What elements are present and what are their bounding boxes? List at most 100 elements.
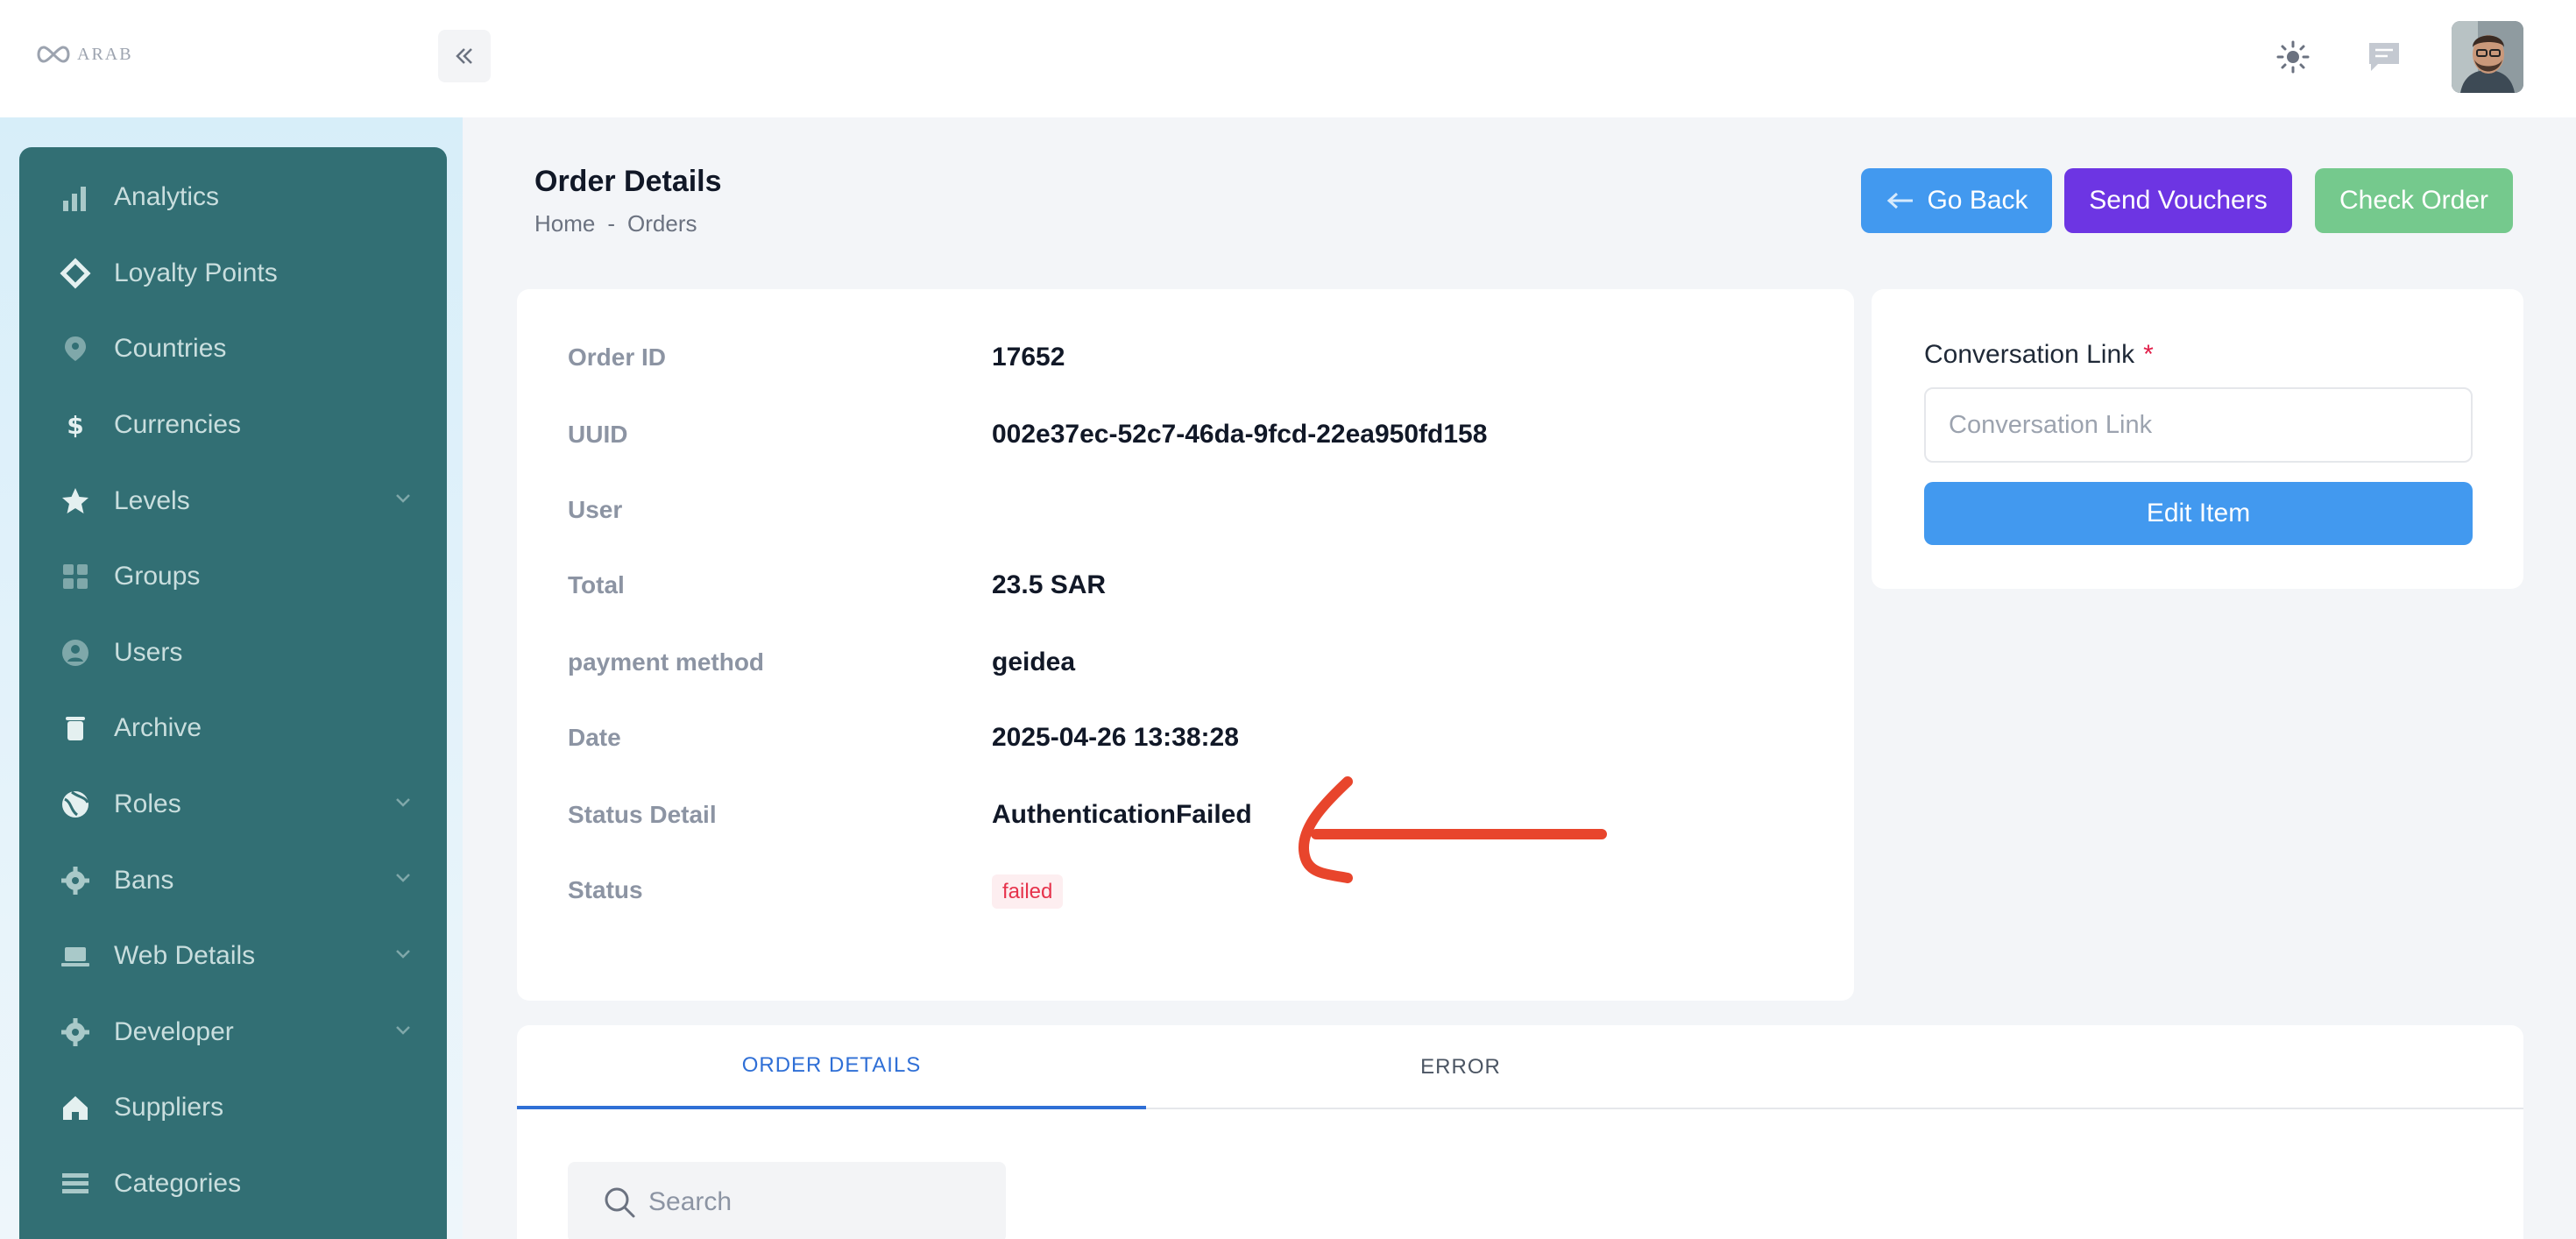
annotation-arrow-icon	[1299, 776, 1607, 883]
status-badge: failed	[992, 874, 1064, 909]
send-vouchers-label: Send Vouchers	[2089, 186, 2268, 215]
sidebar-item-label: Currencies	[114, 410, 242, 440]
detail-label: payment method	[568, 648, 765, 676]
user-icon	[58, 635, 93, 670]
double-chevron-left-icon	[456, 48, 472, 64]
detail-row-payment-method: payment method geidea	[568, 645, 1075, 680]
breadcrumb-separator: -	[607, 210, 616, 237]
order-tabs-card: ORDER DETAILS ERROR	[517, 1025, 2523, 1239]
list-icon	[58, 1166, 93, 1201]
messages-button[interactable]	[2362, 35, 2406, 79]
conversation-link-input[interactable]	[1924, 387, 2473, 463]
sidebar-item-label: Roles	[114, 789, 181, 819]
detail-row-total: Total 23.5 SAR	[568, 568, 1106, 603]
detail-label: UUID	[568, 421, 628, 448]
sidebar-item-label: Analytics	[114, 182, 220, 212]
detail-label: Status	[568, 876, 643, 903]
globe-icon	[58, 787, 93, 822]
breadcrumb: Home - Orders	[534, 210, 697, 237]
bar-chart-icon	[58, 180, 93, 215]
sun-icon	[2276, 40, 2310, 74]
edit-item-button[interactable]: Edit Item	[1924, 482, 2473, 545]
detail-row-uuid: UUID 002e37ec-52c7-46da-9fcd-22ea950fd15…	[568, 417, 1487, 452]
order-details-card: Order ID 17652 UUID 002e37ec-52c7-46da-9…	[517, 289, 1854, 1001]
sidebar-item-label: Web Details	[114, 941, 256, 971]
detail-label: Order ID	[568, 343, 667, 371]
detail-value: geidea	[992, 648, 1076, 676]
sidebar-item-developer[interactable]: Developer	[19, 995, 447, 1071]
trash-icon	[58, 711, 93, 746]
sidebar-item-label: Groups	[114, 562, 201, 591]
tab-order-details[interactable]: ORDER DETAILS	[517, 1025, 1146, 1109]
detail-row-status-detail: Status Detail AuthenticationFailed	[568, 797, 1252, 832]
top-bar: ARAB	[0, 0, 2576, 117]
sidebar-item-loyalty-points[interactable]: Loyalty Points	[19, 236, 447, 312]
detail-row-order-id: Order ID 17652	[568, 340, 1065, 375]
sidebar-item-archive[interactable]: Archive	[19, 690, 447, 767]
detail-label: Date	[568, 724, 621, 751]
conversation-link-label-text: Conversation Link	[1924, 340, 2135, 369]
breadcrumb-home[interactable]: Home	[534, 210, 595, 237]
gear-icon	[58, 1015, 93, 1050]
required-mark: *	[2143, 340, 2154, 369]
detail-label: Status Detail	[568, 801, 717, 828]
tab-bar: ORDER DETAILS ERROR	[517, 1025, 2523, 1109]
sidebar-item-bans[interactable]: Bans	[19, 842, 447, 918]
detail-row-status: Status failed	[568, 873, 1064, 909]
sidebar-item-roles[interactable]: Roles	[19, 767, 447, 843]
check-order-button[interactable]: Check Order	[2315, 168, 2513, 233]
map-pin-icon	[58, 331, 93, 366]
chevron-down-icon	[396, 1025, 410, 1035]
sidebar-item-levels[interactable]: Levels	[19, 463, 447, 539]
logo[interactable]: ARAB	[33, 44, 133, 65]
search-icon	[605, 1187, 635, 1218]
detail-value: 2025-04-26 13:38:28	[992, 723, 1239, 752]
chat-icon	[2369, 43, 2399, 71]
detail-row-date: Date 2025-04-26 13:38:28	[568, 720, 1239, 755]
sidebar-item-label: Categories	[114, 1169, 242, 1199]
search-input[interactable]	[648, 1187, 981, 1217]
sidebar-item-label: Archive	[114, 713, 202, 743]
chevron-down-icon	[396, 950, 410, 959]
infinity-logo-icon	[37, 46, 70, 63]
go-back-button[interactable]: Go Back	[1861, 168, 2052, 233]
detail-value: AuthenticationFailed	[992, 800, 1252, 829]
detail-row-user: User	[568, 492, 992, 527]
search-box	[568, 1162, 1006, 1239]
send-vouchers-button[interactable]: Send Vouchers	[2064, 168, 2292, 233]
sidebar-item-web-details[interactable]: Web Details	[19, 918, 447, 995]
home-icon	[58, 1090, 93, 1125]
sidebar-item-categories[interactable]: Categories	[19, 1146, 447, 1222]
sidebar-item-label: Bans	[114, 865, 174, 895]
theme-toggle-button[interactable]	[2271, 35, 2315, 79]
sidebar-item-users[interactable]: Users	[19, 615, 447, 691]
chevron-down-icon	[396, 494, 410, 504]
sidebar-item-label: Developer	[114, 1016, 234, 1046]
gear-icon	[58, 863, 93, 898]
breadcrumb-orders[interactable]: Orders	[627, 210, 697, 237]
page-title: Order Details	[534, 165, 722, 198]
star-icon	[58, 484, 93, 519]
detail-label: User	[568, 496, 623, 523]
tab-error[interactable]: ERROR	[1146, 1025, 1775, 1109]
sidebar-item-countries[interactable]: Countries	[19, 311, 447, 387]
detail-label: Total	[568, 571, 625, 598]
grid-icon	[58, 559, 93, 594]
diamond-icon	[58, 256, 93, 291]
sidebar-item-label: Countries	[114, 334, 227, 364]
conversation-link-label: Conversation Link *	[1924, 340, 2154, 370]
user-avatar[interactable]	[2452, 21, 2523, 93]
detail-value: 23.5 SAR	[992, 570, 1107, 599]
detail-value: 002e37ec-52c7-46da-9fcd-22ea950fd158	[992, 420, 1488, 449]
sidebar-item-label: Users	[114, 637, 183, 667]
avatar-image	[2452, 21, 2523, 93]
logo-text: ARAB	[77, 44, 133, 64]
sidebar-item-groups[interactable]: Groups	[19, 539, 447, 615]
sidebar-item-suppliers[interactable]: Suppliers	[19, 1070, 447, 1146]
sidebar-item-currencies[interactable]: $ Currencies	[19, 387, 447, 464]
dollar-icon: $	[58, 407, 93, 442]
collapse-sidebar-button[interactable]	[438, 30, 491, 82]
sidebar-item-analytics[interactable]: Analytics	[19, 159, 447, 236]
conversation-link-card: Conversation Link * Edit Item	[1872, 289, 2523, 589]
sidebar-item-label: Levels	[114, 485, 190, 515]
